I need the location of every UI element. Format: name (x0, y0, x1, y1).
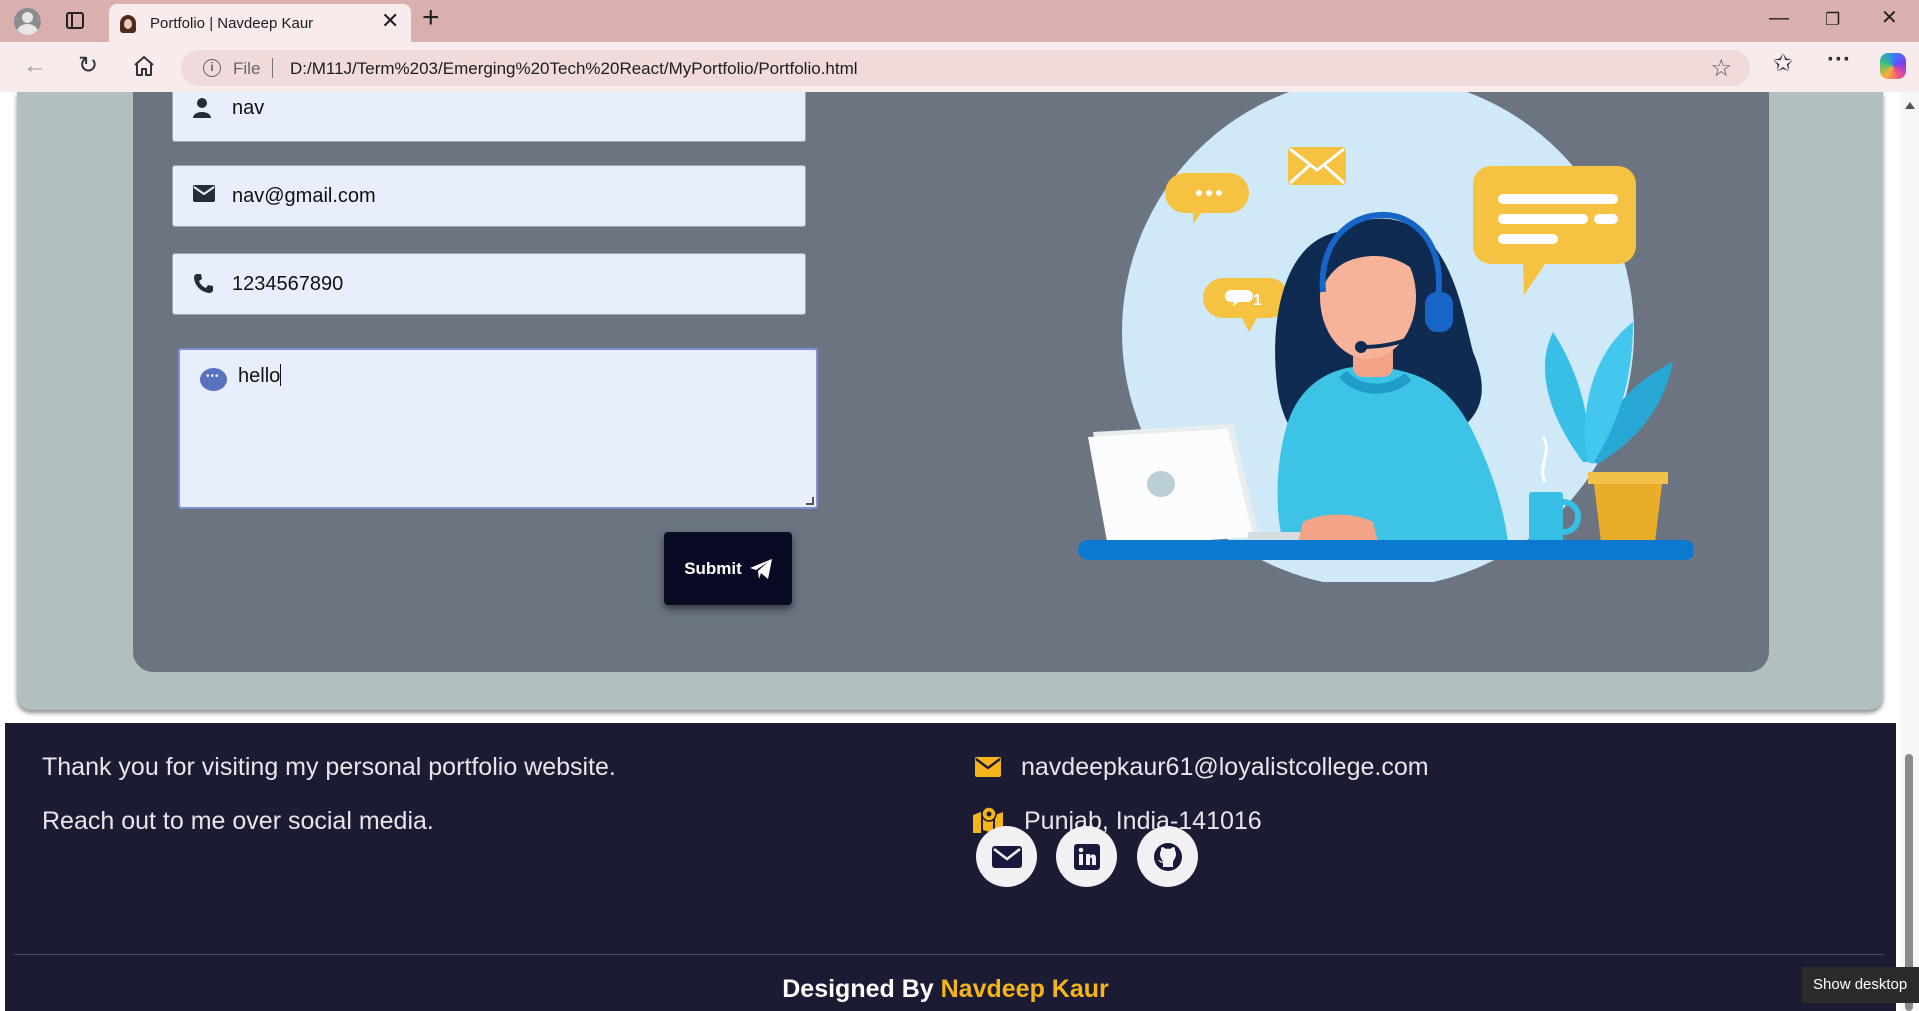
reach-out-text: Reach out to me over social media. (42, 807, 434, 835)
phone-field[interactable]: 1234567890 (172, 253, 806, 315)
show-desktop-tooltip: Show desktop (1802, 967, 1919, 1003)
designer-name: Navdeep Kaur (940, 975, 1109, 1003)
vertical-scrollbar[interactable] (1900, 92, 1919, 1011)
phone-value: 1234567890 (232, 273, 344, 295)
page-viewport: nav nav@gmail.com 1234567890 hello (0, 92, 1900, 1011)
submit-label: Submit (684, 558, 742, 578)
scroll-up-icon[interactable] (1905, 102, 1915, 109)
refresh-icon[interactable]: ↻ (78, 54, 98, 78)
submit-button[interactable]: Submit (664, 532, 792, 605)
tab-title: Portfolio | Navdeep Kaur (150, 15, 314, 32)
copilot-icon[interactable] (1880, 53, 1906, 79)
github-icon (1153, 842, 1182, 871)
favicon-icon (120, 15, 136, 33)
name-field[interactable]: nav (172, 92, 806, 142)
favorites-icon[interactable]: ✩ (1773, 52, 1793, 76)
social-linkedin-button[interactable] (1056, 826, 1117, 887)
browser-tab-bar: Portfolio | Navdeep Kaur ✕ + — ❐ ✕ (0, 0, 1919, 42)
footer-location-text: Punjab, India-141016 (1024, 807, 1262, 835)
user-icon (193, 98, 211, 118)
message-textarea[interactable]: hello (178, 348, 818, 509)
social-email-button[interactable] (976, 826, 1037, 887)
illustration-envelope-icon (1288, 147, 1346, 185)
minimize-icon[interactable]: — (1769, 8, 1789, 28)
browser-tab[interactable]: Portfolio | Navdeep Kaur ✕ (109, 4, 411, 42)
resize-handle[interactable] (806, 497, 814, 505)
linkedin-icon (1073, 843, 1100, 870)
footer-divider (14, 954, 1884, 955)
support-illustration: 1 (1078, 92, 1693, 582)
address-toolbar: ← ↻ i File D:/M11J/Term%203/Emerging%20T… (0, 42, 1919, 92)
chat-bubble-icon (200, 368, 227, 391)
social-github-button[interactable] (1137, 826, 1198, 887)
email-field[interactable]: nav@gmail.com (172, 165, 806, 227)
thank-you-text: Thank you for visiting my personal portf… (42, 753, 616, 781)
footer-envelope-icon (975, 757, 1001, 777)
back-icon[interactable]: ← (23, 54, 47, 78)
url-text[interactable]: D:/M11J/Term%203/Emerging%20Tech%20React… (290, 59, 858, 79)
designed-by-label: Designed By (782, 975, 934, 1003)
favorite-star-icon[interactable]: ☆ (1710, 54, 1732, 83)
envelope-icon (193, 185, 215, 202)
site-footer: Thank you for visiting my personal portf… (5, 723, 1896, 1011)
message-value: hello (238, 364, 282, 387)
profile-icon[interactable] (14, 8, 41, 35)
tab-actions-icon[interactable] (66, 12, 84, 29)
more-icon[interactable]: ··· (1827, 48, 1851, 72)
email-value: nav@gmail.com (232, 185, 376, 207)
designed-by: Designed By Navdeep Kaur (0, 975, 1891, 1004)
home-icon[interactable] (132, 55, 156, 77)
info-icon[interactable]: i (203, 59, 221, 77)
phone-icon (194, 274, 213, 293)
new-tab-icon[interactable]: + (422, 3, 440, 33)
close-tab-icon[interactable]: ✕ (381, 10, 399, 32)
name-value: nav (232, 97, 265, 119)
contact-card: nav nav@gmail.com 1234567890 hello (133, 92, 1769, 672)
contact-section: nav nav@gmail.com 1234567890 hello (17, 92, 1883, 710)
scheme-label: File (233, 59, 261, 78)
address-separator (272, 58, 273, 78)
footer-location: Punjab, India-141016 (973, 807, 1262, 836)
window-close-icon[interactable]: ✕ (1881, 8, 1898, 28)
footer-email-text: navdeepkaur61@loyalistcollege.com (1021, 753, 1429, 781)
paper-plane-icon (749, 558, 772, 579)
footer-email[interactable]: navdeepkaur61@loyalistcollege.com (975, 753, 1429, 782)
email-icon (991, 845, 1022, 868)
restore-icon[interactable]: ❐ (1825, 11, 1840, 28)
notification-count: 1 (1253, 292, 1262, 309)
address-bar[interactable]: i File D:/M11J/Term%203/Emerging%20Tech%… (181, 50, 1750, 86)
